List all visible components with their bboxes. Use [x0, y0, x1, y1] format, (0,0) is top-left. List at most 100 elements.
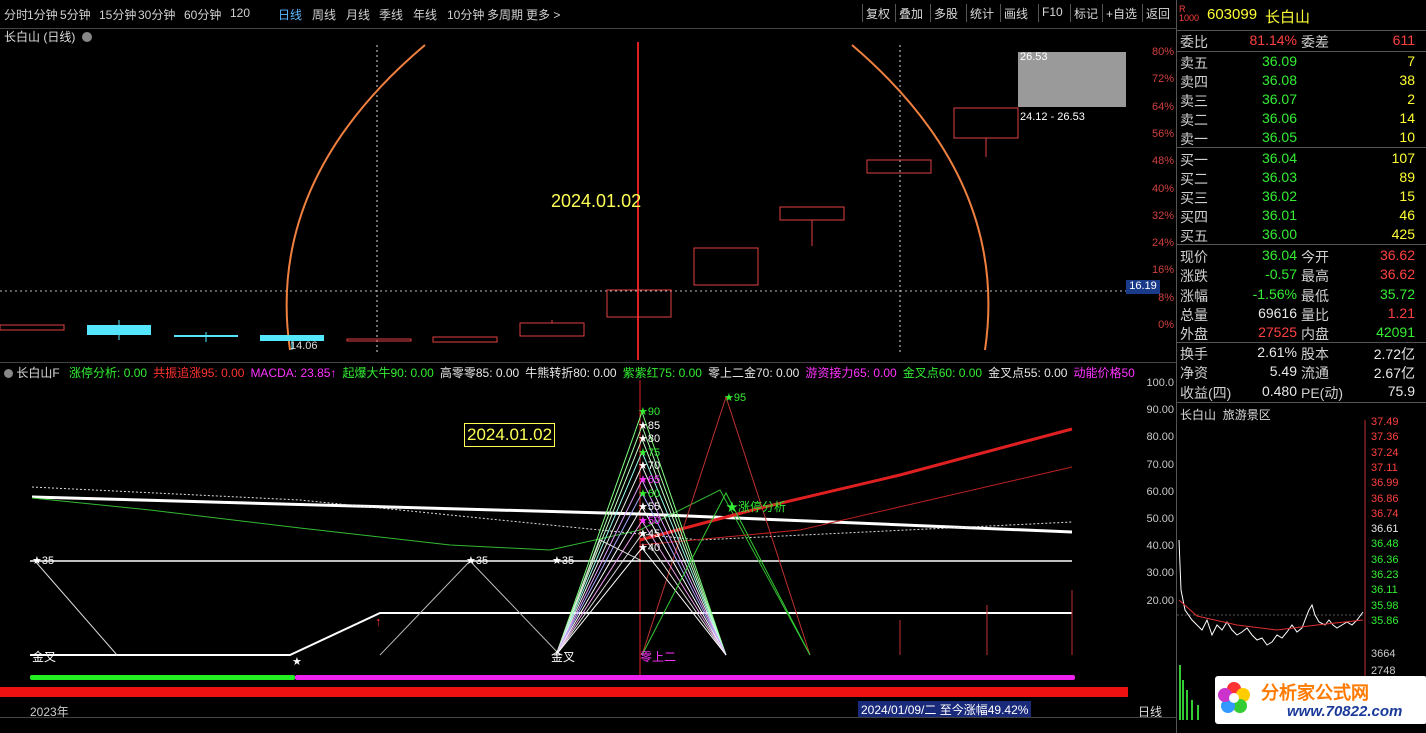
indicator-item-1: 共振追涨95: 0.00	[153, 366, 245, 380]
indicator-axis-tick: 40.00	[1146, 540, 1174, 553]
toolbar-button-4[interactable]: 画线	[1004, 5, 1028, 22]
mini-axis-tick: 37.49	[1371, 416, 1399, 428]
main-axis-tick: 24%	[1151, 237, 1174, 250]
mini-axis-tick: 36.48	[1371, 538, 1399, 551]
pane-divider	[0, 362, 1176, 363]
golden-cross-left: 金叉	[32, 650, 57, 664]
exchange-badge-icon: R 1000	[1179, 4, 1200, 23]
toolbar-button-8[interactable]: 返回	[1146, 5, 1170, 22]
mini-axis-tick: 37.24	[1371, 446, 1399, 459]
mini-axis-tick: 36.86	[1371, 492, 1399, 505]
mini-axis-tick: 36.36	[1371, 553, 1399, 566]
period-tab-4[interactable]: 30分钟	[138, 6, 175, 23]
stat-row: 现价 36.04 今开 36.62	[1180, 247, 1415, 265]
toolbar-separator	[1102, 4, 1103, 22]
star-level-label: ★60	[638, 487, 661, 500]
mini-axis-tick: 37.11	[1371, 461, 1398, 474]
period-tab-12[interactable]: 10分钟	[447, 6, 484, 23]
indicator-settings-icon[interactable]	[4, 369, 13, 378]
main-axis-tick: 32%	[1151, 209, 1174, 222]
indicator-item-4: 高零零85: 0.00	[439, 366, 520, 380]
stat-row: 总量 69616 量比 1.21	[1180, 304, 1415, 323]
buy-row: 买五 36.00 425	[1180, 226, 1415, 244]
main-axis-tick: 56%	[1151, 127, 1174, 140]
box-top-label: 26.53	[1020, 51, 1048, 63]
star35-mid: ★35	[466, 555, 489, 567]
indicator-axis-tick: 100.0	[1146, 377, 1174, 389]
indicator-item-9: 金叉点60: 0.00	[902, 366, 983, 380]
indicator-axis-tick: 80.00	[1146, 431, 1174, 444]
low-price-label: 14.06	[290, 340, 318, 352]
toolbar-button-7[interactable]: +自选	[1106, 5, 1137, 22]
period-tab-6[interactable]: 120	[230, 6, 250, 20]
indicator-chart[interactable]	[0, 380, 1128, 680]
period-tab-3[interactable]: 15分钟	[99, 6, 136, 23]
period-tab-7[interactable]: 日线	[278, 6, 302, 23]
indicator-name: 长白山F	[16, 366, 60, 380]
indicator-axis-tick: 30.00	[1146, 567, 1174, 580]
star-level-label: ★75	[638, 446, 661, 459]
bottom-red-bar	[0, 687, 1128, 697]
sell-row: 卖一 36.05 10	[1180, 129, 1415, 147]
toolbar-separator	[1142, 4, 1143, 22]
main-date-label: 2024.01.02	[551, 191, 642, 211]
period-tab-13[interactable]: 多周期	[487, 6, 523, 23]
star-level-label: ★65	[638, 474, 661, 486]
period-tab-1[interactable]: 1分钟	[27, 6, 58, 23]
indicator-item-10: 金叉点55: 0.00	[988, 366, 1068, 380]
above-zero-label: 零上二	[640, 650, 677, 664]
period-tab-9[interactable]: 月线	[346, 6, 370, 23]
main-axis-tick: 0%	[1158, 319, 1174, 331]
indicator-axis-tick: 50.00	[1146, 513, 1174, 525]
indicator-item-7: 零上二金70: 0.00	[707, 366, 800, 380]
sell-row: 卖三 36.07 2	[1180, 91, 1415, 109]
star-level-label: ★80	[638, 433, 661, 446]
indicator-axis-tick: 60.00	[1146, 485, 1174, 498]
toolbar-button-3[interactable]: 统计	[970, 5, 994, 22]
star-level-label: ★90	[638, 406, 661, 418]
buy-row: 买一 36.04 107	[1180, 150, 1415, 168]
star95-label: ★95	[724, 392, 747, 404]
toolbar-separator	[895, 4, 896, 22]
buy-row: 买三 36.02 15	[1180, 188, 1415, 206]
range-info: 2024/01/09/二 至今涨幅49.42%	[858, 701, 1032, 718]
mini-axis-tick: 35.98	[1371, 599, 1399, 612]
indicator-item-8: 游资接力65: 0.00	[805, 366, 897, 380]
toolbar-button-2[interactable]: 多股	[934, 5, 958, 22]
indicator-item-11: 动能价格50	[1073, 366, 1135, 380]
quote-panel: R 1000 603099 长白山 委比 81.14% 委差 611 卖五 36.0…	[1176, 0, 1426, 733]
indicator-axis-tick: 20.00	[1146, 594, 1174, 607]
toolbar-separator	[1070, 4, 1071, 22]
period-tab-11[interactable]: 年线	[413, 6, 437, 23]
star35-left: ★35	[32, 555, 55, 567]
period-tab-8[interactable]: 周线	[312, 6, 336, 23]
stat-row: 涨幅 -1.56% 最低 35.72	[1180, 285, 1415, 304]
mini-axis-tick: 37.36	[1371, 431, 1399, 444]
period-tab-5[interactable]: 60分钟	[184, 6, 221, 23]
sell-row: 卖四 36.08 38	[1180, 72, 1415, 90]
buy-row: 买四 36.01 46	[1180, 207, 1415, 225]
indicator-legend: 长白山F 涨停分析: 0.00 共振追涨95: 0.00 MACDA: 23.85↑…	[4, 364, 1135, 381]
toolbar-separator	[930, 4, 931, 22]
period-tab-0[interactable]: 分时	[4, 6, 28, 23]
indicator-date-label: 2024.01.02	[464, 423, 556, 447]
toolbar-button-6[interactable]: 标记	[1074, 5, 1098, 22]
indicator-item-2: MACDA: 23.85↑	[250, 366, 337, 380]
period-tab-2[interactable]: 5分钟	[60, 6, 91, 23]
toolbar-separator	[966, 4, 967, 22]
white-star-icon: ★	[292, 656, 302, 668]
period-tab-10[interactable]: 季线	[379, 6, 403, 23]
flower-logo-icon	[1217, 681, 1251, 715]
main-axis-tick: 64%	[1151, 100, 1174, 113]
fund-row: 净资 5.49 流通 2.67亿	[1180, 363, 1415, 382]
fund-row: 换手 2.61% 股本 2.72亿	[1180, 344, 1415, 362]
up-arrow-icon: ↑	[375, 614, 382, 629]
main-axis-tick: 72%	[1151, 73, 1174, 86]
toolbar-button-5[interactable]: F10	[1042, 5, 1063, 19]
indicator-item-0: 涨停分析: 0.00	[69, 366, 148, 380]
toolbar-button-1[interactable]: 叠加	[899, 5, 923, 22]
main-axis-tick: 80%	[1151, 46, 1174, 58]
period-tab-14[interactable]: 更多 >	[526, 6, 560, 23]
indicator-item-3: 起爆大牛90: 0.00	[342, 366, 434, 380]
toolbar-button-0[interactable]: 复权	[866, 5, 890, 22]
